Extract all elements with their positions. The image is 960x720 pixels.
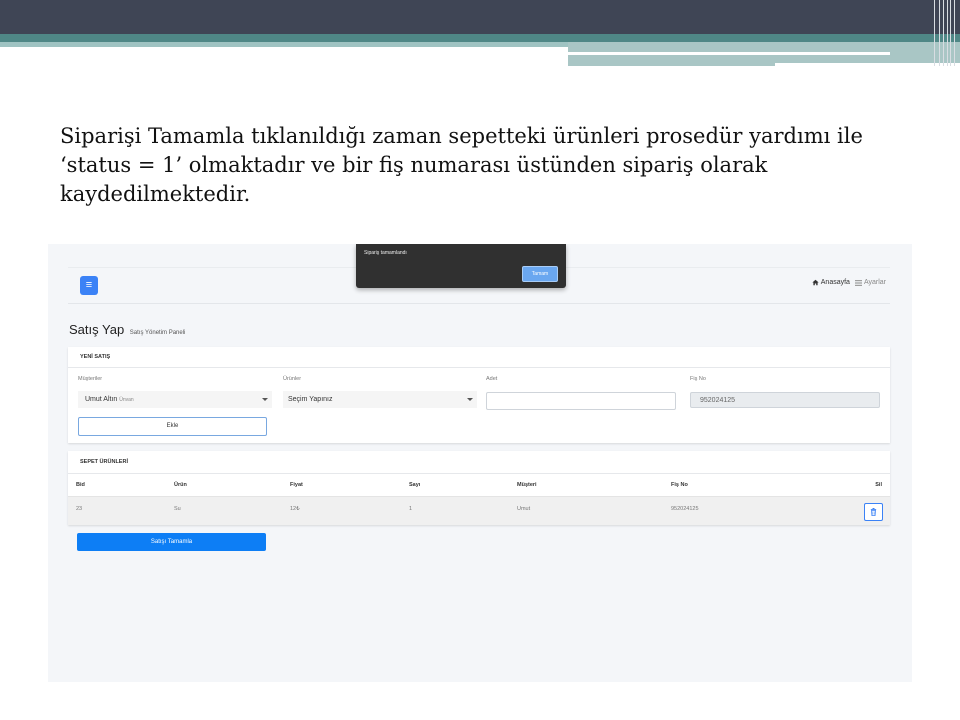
dialog-message: Sipariş tamamlandı [364, 250, 407, 256]
column-header-product: Ürün [174, 482, 187, 488]
cell-receipt: 952024125 [671, 506, 699, 512]
page-title-text: Satış Yap [69, 322, 125, 337]
product-select-value: Seçim Yapınız [288, 396, 333, 403]
app-screenshot: ≡ Anasayfa Ayarlar Sipariş tamamlandı Ta… [48, 244, 912, 682]
cart-header: SEPET ÜRÜNLERİ [68, 451, 890, 474]
home-icon [812, 279, 819, 286]
receipt-number-field: 952024125 [690, 392, 880, 408]
settings-link[interactable]: Ayarlar [854, 279, 886, 286]
quantity-label: Adet [486, 376, 498, 382]
column-header-customer: Müşteri [517, 482, 537, 488]
new-sale-header: YENİ SATIŞ [68, 347, 890, 368]
list-icon [854, 279, 862, 286]
trash-icon [870, 508, 877, 516]
table-row [68, 496, 890, 525]
customer-select-value: Umut Altın Ünvan [85, 391, 134, 409]
new-sale-header-text: YENİ SATIŞ [80, 354, 111, 360]
products-label: Ürünler [283, 376, 302, 382]
slide-white-line [568, 52, 890, 55]
cart-header-text: SEPET ÜRÜNLERİ [80, 459, 128, 465]
chevron-down-icon [262, 398, 268, 401]
dialog-ok-button[interactable]: Tamam [522, 266, 558, 282]
chevron-down-icon [467, 398, 473, 401]
column-header-count: Sayı [409, 482, 421, 488]
column-header-price: Fiyat [290, 482, 303, 488]
receipt-label: Fiş No [690, 376, 706, 382]
settings-link-label: Ayarlar [863, 279, 886, 286]
customer-select[interactable]: Umut Altın Ünvan [78, 391, 272, 408]
home-link-label: Anasayfa [820, 279, 850, 286]
column-header-receipt: Fiş No [671, 482, 688, 488]
new-sale-card: YENİ SATIŞ Müşteriler Umut Altın Ünvan Ü… [68, 347, 890, 443]
column-header-bid: Bid [76, 482, 85, 488]
home-link[interactable]: Anasayfa [812, 279, 850, 286]
slide-light-band [0, 42, 568, 47]
cell-bid: 23 [76, 506, 83, 512]
slide-accent-band [0, 34, 960, 42]
nav-links: Anasayfa Ayarlar [812, 279, 886, 286]
add-button[interactable]: Ekle [78, 417, 267, 436]
cell-price: 12₺ [290, 506, 300, 512]
page-title: Satış Yap Satış Yönetim Paneli [69, 322, 185, 337]
delete-row-button[interactable] [864, 503, 883, 521]
cell-customer: Umut [517, 506, 531, 512]
page-subtitle: Satış Yönetim Paneli [129, 330, 186, 336]
cell-count: 1 [409, 506, 413, 512]
customers-label: Müşteriler [78, 376, 103, 382]
column-header-delete: Sil [875, 482, 882, 488]
cart-card: SEPET ÜRÜNLERİ Bid Ürün Fiyat Sayı Müşte… [68, 451, 890, 525]
complete-sale-button[interactable]: Satışı Tamamla [77, 533, 266, 551]
customer-name: Umut Altın [85, 396, 118, 403]
hamburger-icon: ≡ [85, 279, 93, 291]
success-dialog: Sipariş tamamlandı Tamam [356, 244, 566, 288]
product-select[interactable]: Seçim Yapınız [283, 391, 477, 408]
quantity-input[interactable] [486, 392, 676, 410]
cell-product: Su [174, 506, 181, 512]
customer-title: Ünvan [119, 397, 134, 403]
slide-body-text: Siparişi Tamamla tıklanıldığı zaman sepe… [60, 124, 863, 206]
slide-vertical-lines [930, 0, 960, 66]
menu-toggle-button[interactable]: ≡ [80, 276, 98, 295]
slide-header-band [0, 0, 960, 34]
